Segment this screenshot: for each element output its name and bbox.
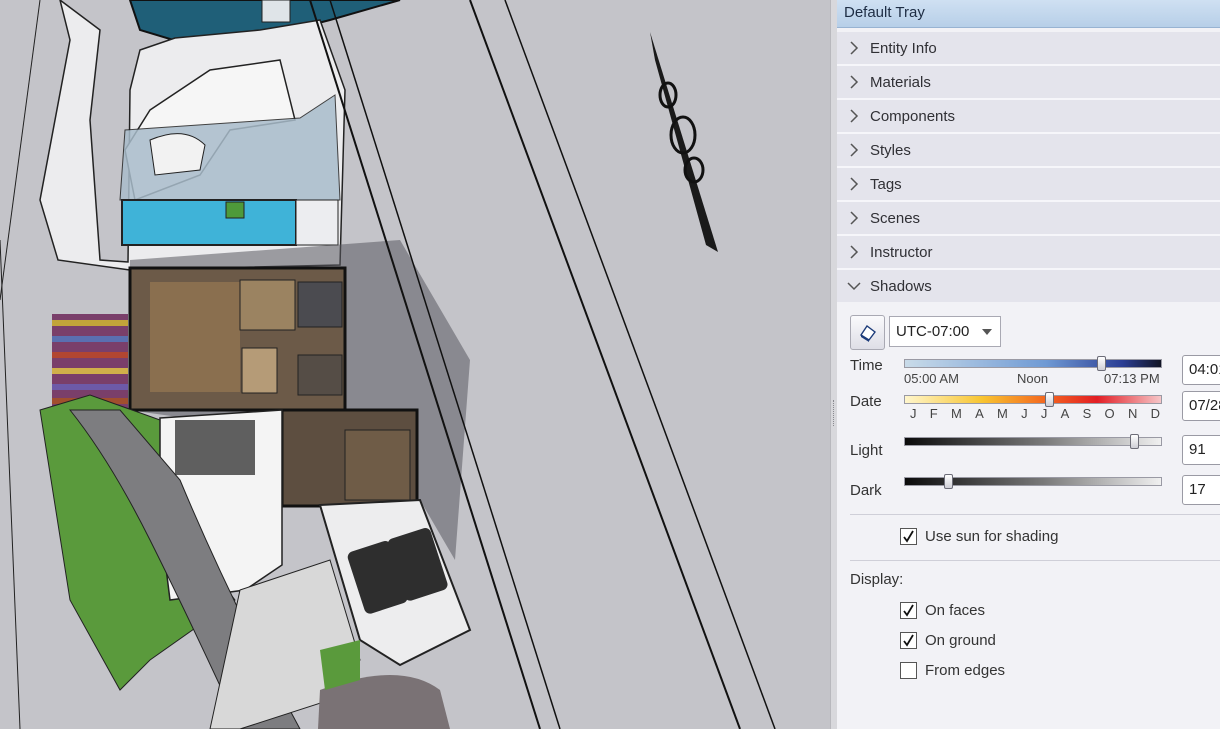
date-slider-thumb[interactable] [1045,392,1054,407]
month-label: S [1082,406,1092,421]
dropdown-arrow-icon [982,329,992,335]
month-label: A [1060,406,1070,421]
from-edges-checkbox[interactable] [900,662,917,679]
divider [850,514,1220,515]
display-label: Display: [850,571,904,588]
model-drawing [0,0,776,729]
dark-slider-track[interactable] [904,477,1162,486]
dark-slider-thumb[interactable] [944,474,953,489]
panel-label: Styles [870,141,911,159]
panel-scenes[interactable]: Scenes [837,202,1220,236]
utc-offset-value: UTC-07:00 [896,323,970,340]
panel-instructor[interactable]: Instructor [837,236,1220,270]
dark-label: Dark [850,482,882,499]
light-label: Light [850,442,883,459]
month-label: F [929,406,938,421]
on-faces-checkbox[interactable] [900,602,917,619]
month-label: J [1021,406,1028,421]
use-sun-checkbox-row[interactable]: Use sun for shading [900,528,1058,545]
divider [850,560,1220,561]
panel-label: Instructor [870,243,933,261]
month-label: N [1127,406,1138,421]
month-label: M [950,406,962,421]
dark-input[interactable]: 17 [1182,475,1220,505]
month-label: D [1150,406,1160,421]
time-slider-track[interactable] [904,359,1162,368]
checkmark-icon [903,634,914,647]
from-edges-label: From edges [925,662,1006,679]
panel-label: Tags [870,175,902,193]
utc-offset-select[interactable]: UTC-07:00 [889,316,1001,347]
time-start-mark: 05:00 AM [904,371,959,386]
panel-materials[interactable]: Materials [837,66,1220,100]
time-end-mark: 07:13 PM [1104,371,1160,386]
shadow-toggle-button[interactable] [850,315,885,350]
shadows-panel: UTC-07:00 Time 05:00 AM Noon 07:13 PM 04… [837,302,1220,729]
month-label: J [1040,406,1048,421]
tray-title: Default Tray [837,0,1220,28]
use-sun-label: Use sun for shading [925,528,1059,545]
on-ground-checkbox[interactable] [900,632,917,649]
time-slider-thumb[interactable] [1097,356,1106,371]
time-label: Time [850,357,883,374]
panel-label: Shadows [870,277,932,295]
panel-label: Scenes [870,209,921,227]
use-sun-checkbox[interactable] [900,528,917,545]
time-input[interactable]: 04:01 [1182,355,1220,385]
chevron-right-icon [837,66,870,98]
panel-label: Entity Info [870,39,937,57]
light-slider-thumb[interactable] [1130,434,1139,449]
chevron-right-icon [837,236,870,268]
on-ground-checkbox-row[interactable]: On ground [900,632,996,649]
on-faces-checkbox-row[interactable]: On faces [900,602,985,619]
date-input[interactable]: 07/28 [1182,391,1220,421]
date-label: Date [850,393,882,410]
chevron-down-icon [837,270,870,302]
chevron-right-icon [837,100,870,132]
checkmark-icon [903,604,914,617]
panel-label: Components [870,107,956,125]
panel-label: Materials [870,73,931,91]
date-slider-track[interactable] [904,395,1162,404]
light-input[interactable]: 91 [1182,435,1220,465]
panel-shadows[interactable]: Shadows [837,270,1220,304]
month-scale: J F M A M J J A S O N D [910,406,1160,421]
from-edges-checkbox-row[interactable]: From edges [900,662,1005,679]
light-slider-track[interactable] [904,437,1162,446]
month-label: J [910,406,917,421]
panel-components[interactable]: Components [837,100,1220,134]
model-viewport[interactable] [0,0,830,729]
panel-splitter[interactable] [830,0,837,729]
on-ground-label: On ground [925,632,996,649]
checkmark-icon [903,530,914,543]
month-label: A [975,406,984,421]
panel-entity-info[interactable]: Entity Info [837,32,1220,66]
tray-panel-list: Entity Info Materials Components Styles … [837,32,1220,304]
chevron-right-icon [837,168,870,200]
time-noon-mark: Noon [1017,371,1049,386]
chevron-right-icon [837,202,870,234]
chevron-right-icon [837,134,870,166]
shadow-toggle-icon [859,324,876,342]
panel-tags[interactable]: Tags [837,168,1220,202]
chevron-right-icon [837,32,870,64]
on-faces-label: On faces [925,602,986,619]
default-tray: Default Tray Entity Info Materials Compo… [837,0,1220,729]
month-label: O [1104,406,1115,421]
panel-styles[interactable]: Styles [837,134,1220,168]
month-label: M [997,406,1008,421]
